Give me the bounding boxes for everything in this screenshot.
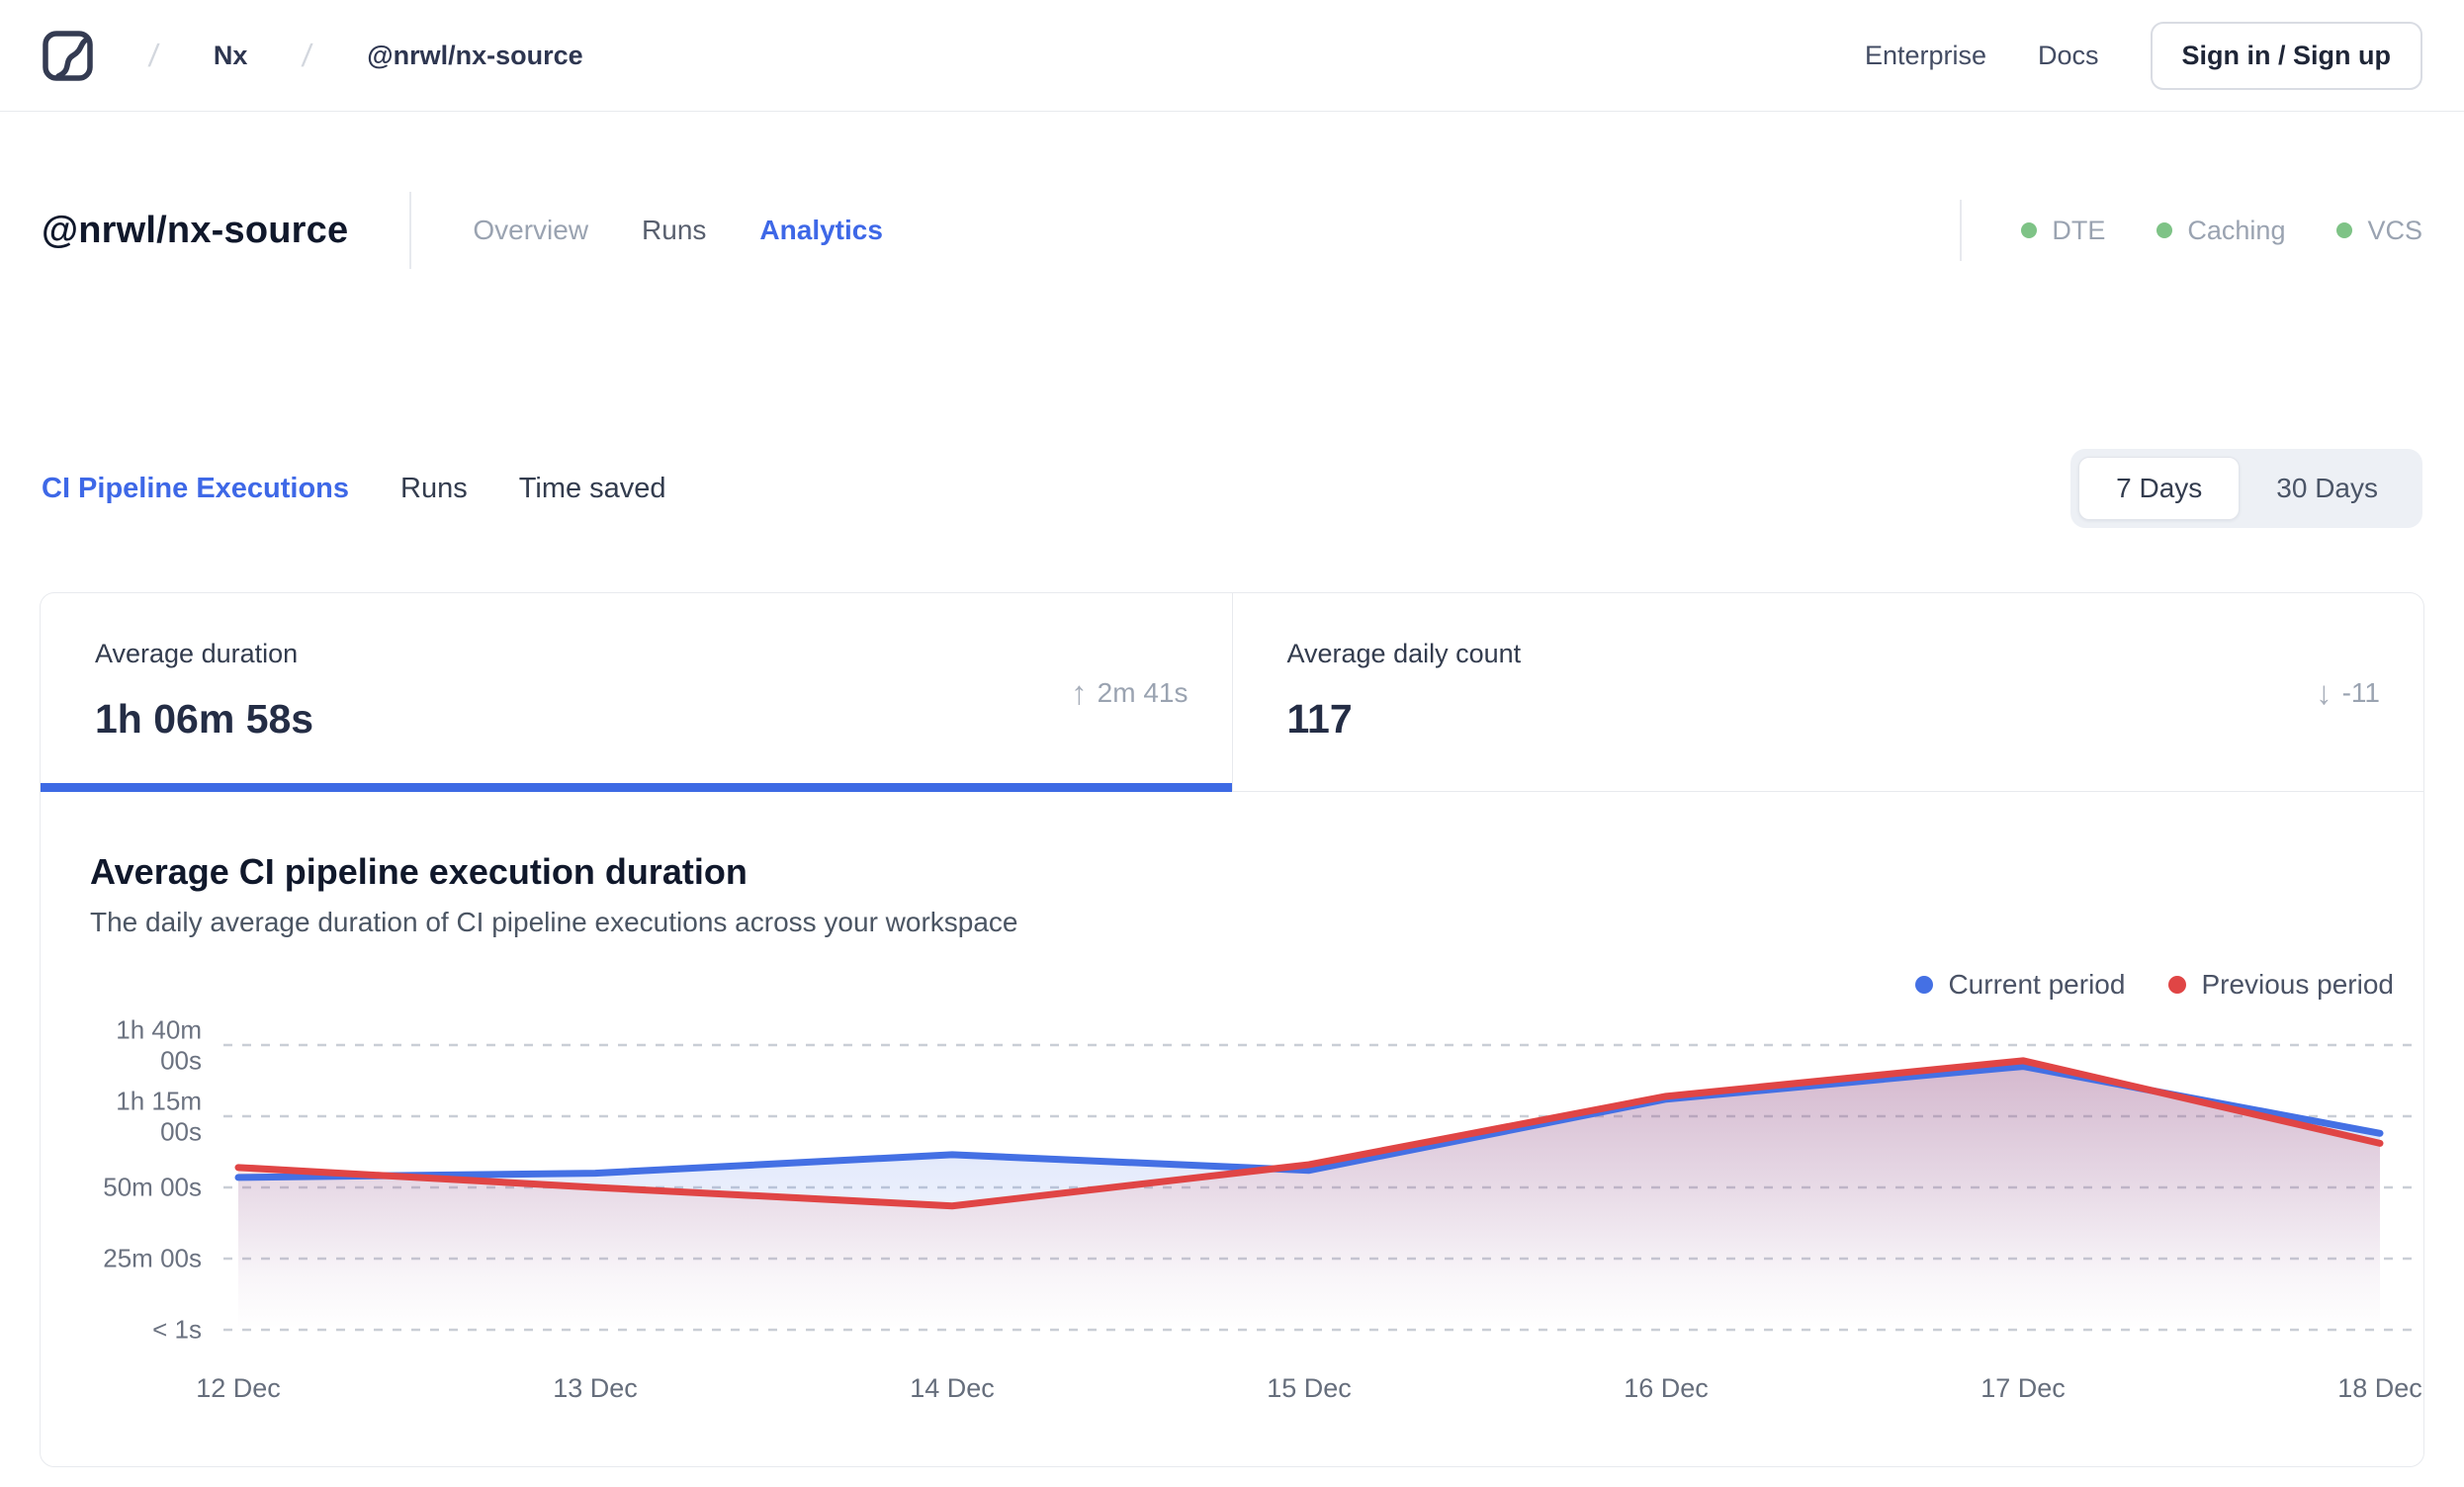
status-dot-icon bbox=[2156, 222, 2173, 238]
legend-label: Current period bbox=[1948, 969, 2126, 1000]
active-tab-indicator bbox=[41, 783, 1232, 792]
legend-dot-icon bbox=[1915, 976, 1934, 994]
status-label: VCS bbox=[2367, 215, 2422, 245]
page-title: @nrwl/nx-source bbox=[42, 209, 349, 251]
sign-in-button[interactable]: Sign in / Sign up bbox=[2150, 21, 2422, 90]
status-vcs: VCS bbox=[2336, 216, 2422, 246]
breadcrumb-separator: / bbox=[146, 37, 161, 73]
delta-value: 2m 41s bbox=[1097, 676, 1188, 708]
x-axis-tick-label: 16 Dec bbox=[1624, 1373, 1709, 1403]
plot-area: 1h 40m 00s 1h 15m 00s 50m 00s 25m 00s < 1s 12 D… bbox=[103, 1014, 2422, 1403]
chart-legend: Current period Previous period bbox=[90, 968, 2394, 1002]
legend-item-previous-period[interactable]: Previous period bbox=[2168, 969, 2394, 1001]
tab-runs-analytics[interactable]: Runs bbox=[400, 473, 468, 505]
divider bbox=[409, 192, 412, 269]
legend-label: Previous period bbox=[2201, 969, 2394, 1000]
tab-bottom-border bbox=[1232, 791, 2423, 792]
x-axis-tick-label: 12 Dec bbox=[196, 1373, 281, 1403]
chart-section: Average CI pipeline execution duration T… bbox=[41, 792, 2423, 1466]
area-previous-period bbox=[238, 1060, 2380, 1330]
chart-subtitle: The daily average duration of CI pipelin… bbox=[90, 907, 1018, 937]
range-30-days-button[interactable]: 30 Days bbox=[2240, 458, 2415, 519]
status-label: DTE bbox=[2052, 215, 2106, 245]
legend-item-current-period[interactable]: Current period bbox=[1915, 969, 2125, 1001]
tab-analytics[interactable]: Analytics bbox=[759, 215, 883, 246]
stat-label: Average daily count bbox=[1286, 639, 1522, 668]
status-dot-icon bbox=[2021, 222, 2038, 238]
divider bbox=[1960, 200, 1963, 261]
line-chart bbox=[223, 1043, 2414, 1332]
project-tabs: Overview Runs Analytics bbox=[473, 215, 883, 246]
stat-delta: ↑ 2m 41s bbox=[1071, 674, 1188, 712]
date-range-toggle: 7 Days 30 Days bbox=[2070, 449, 2422, 528]
chart-title: Average CI pipeline execution duration bbox=[90, 851, 748, 892]
delta-value: -11 bbox=[2341, 676, 2380, 708]
top-nav: / Nx / @nrwl/nx-source Enterprise Docs S… bbox=[0, 0, 2464, 112]
x-axis-tick-label: 18 Dec bbox=[2337, 1373, 2422, 1403]
x-axis-tick-label: 15 Dec bbox=[1267, 1373, 1352, 1403]
stat-card-average-duration[interactable]: Average duration 1h 06m 58s ↑ 2m 41s bbox=[41, 593, 1232, 792]
status-dte: DTE bbox=[2021, 216, 2105, 246]
tab-runs[interactable]: Runs bbox=[642, 215, 706, 246]
stat-value: 1h 06m 58s bbox=[95, 696, 314, 742]
nav-enterprise-link[interactable]: Enterprise bbox=[1865, 41, 1986, 71]
stat-delta: ↓ -11 bbox=[2316, 674, 2380, 712]
tab-overview[interactable]: Overview bbox=[473, 215, 588, 246]
y-axis-tick-label: 1h 40m 00s bbox=[116, 1014, 202, 1075]
legend-dot-icon bbox=[2168, 976, 2187, 994]
nx-cloud-logo[interactable] bbox=[42, 30, 94, 82]
analytics-card: Average duration 1h 06m 58s ↑ 2m 41s Ave… bbox=[40, 592, 2424, 1467]
analytics-controls: CI Pipeline Executions Runs Time saved 7… bbox=[0, 448, 2464, 529]
x-axis-tick-label: 17 Dec bbox=[1980, 1373, 2066, 1403]
project-header: @nrwl/nx-source Overview Runs Analytics … bbox=[0, 183, 2464, 278]
status-dot-icon bbox=[2336, 222, 2353, 238]
x-axis-tick-label: 13 Dec bbox=[553, 1373, 638, 1403]
breadcrumb: / Nx / @nrwl/nx-source bbox=[146, 37, 583, 74]
breadcrumb-project[interactable]: @nrwl/nx-source bbox=[367, 41, 582, 71]
status-caching: Caching bbox=[2156, 216, 2285, 246]
tab-ci-pipeline-executions[interactable]: CI Pipeline Executions bbox=[42, 473, 349, 505]
stat-label: Average duration bbox=[95, 639, 299, 668]
nav-docs-link[interactable]: Docs bbox=[2038, 41, 2099, 71]
stat-card-average-daily-count[interactable]: Average daily count 117 ↓ -11 bbox=[1231, 593, 2423, 792]
y-axis-tick-label: 50m 00s bbox=[103, 1172, 202, 1202]
stat-tabs-row: Average duration 1h 06m 58s ↑ 2m 41s Ave… bbox=[41, 593, 2423, 792]
arrow-up-icon: ↑ bbox=[1071, 673, 1088, 711]
analytics-tabs: CI Pipeline Executions Runs Time saved bbox=[42, 473, 666, 505]
arrow-down-icon: ↓ bbox=[2316, 673, 2332, 711]
tab-time-saved[interactable]: Time saved bbox=[519, 473, 666, 505]
y-axis-tick-label: 1h 15m 00s bbox=[116, 1086, 202, 1146]
breadcrumb-workspace[interactable]: Nx bbox=[214, 41, 248, 71]
y-axis-tick-label: 25m 00s bbox=[103, 1243, 202, 1273]
status-label: Caching bbox=[2187, 215, 2286, 245]
x-axis-tick-label: 14 Dec bbox=[910, 1373, 995, 1403]
y-axis-tick-label: < 1s bbox=[152, 1314, 202, 1345]
stat-value: 117 bbox=[1286, 696, 1353, 742]
breadcrumb-separator: / bbox=[300, 37, 314, 73]
range-7-days-button[interactable]: 7 Days bbox=[2078, 457, 2241, 520]
workspace-status-group: DTE Caching VCS bbox=[1960, 200, 2422, 261]
